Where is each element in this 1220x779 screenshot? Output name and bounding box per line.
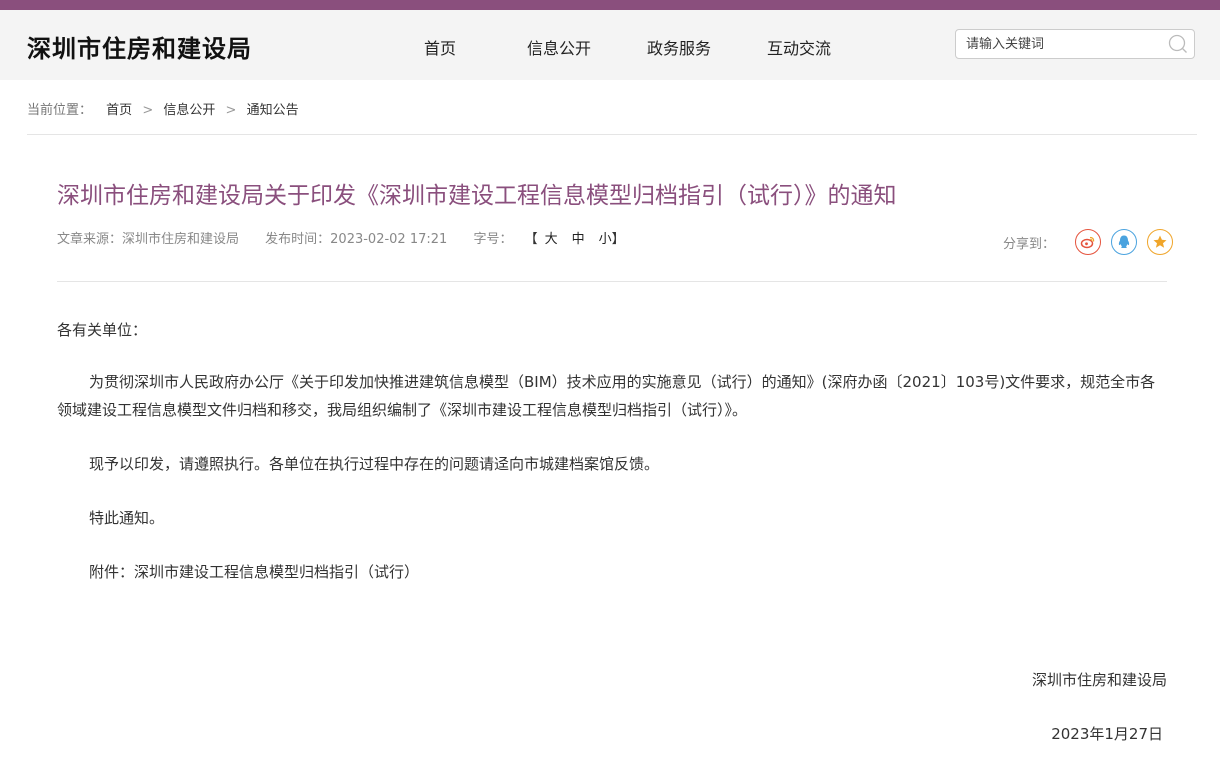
- article-paragraph: 特此通知。: [89, 509, 165, 527]
- nav-item-interaction[interactable]: 互动交流: [767, 35, 831, 59]
- share-bar: 分享到：: [1003, 229, 1174, 255]
- search-box: [955, 29, 1195, 59]
- breadcrumb-separator: >: [142, 103, 154, 118]
- breadcrumb-item-home[interactable]: 首页: [106, 103, 132, 118]
- nav-item-gov-services[interactable]: 政务服务: [647, 35, 711, 59]
- font-size-medium-button[interactable]: 中: [572, 232, 585, 247]
- article-paragraph: 为贯彻深圳市人民政府办公厅《关于印发加快推进建筑信息模型（BIM）技术应用的实施…: [57, 373, 1156, 419]
- qq-icon[interactable]: [1111, 229, 1138, 255]
- breadcrumb-separator: >: [225, 103, 237, 118]
- header: 深圳市住房和建设局 首页 信息公开 政务服务 互动交流: [0, 10, 1220, 80]
- article-date: 2023年1月27日: [1051, 725, 1163, 743]
- font-size-label: 字号：: [473, 232, 513, 247]
- breadcrumb-item-info-disclosure[interactable]: 信息公开: [163, 103, 215, 118]
- article-signature: 深圳市住房和建设局: [1031, 671, 1167, 689]
- article-greeting: 各有关单位：: [57, 321, 148, 339]
- article-paragraph: 现予以印发，请遵照执行。各单位在执行过程中存在的问题请迳向市城建档案馆反馈。: [89, 455, 660, 473]
- top-accent-bar: [0, 0, 1220, 10]
- divider: [27, 134, 1197, 135]
- search-input[interactable]: [956, 30, 1176, 58]
- share-label: 分享到：: [1003, 236, 1056, 252]
- article-title: 深圳市住房和建设局关于印发《深圳市建设工程信息模型归档指引（试行）》的通知: [57, 183, 897, 209]
- article-body: 各有关单位： 为贯彻深圳市人民政府办公厅《关于印发加快推进建筑信息模型（BIM）…: [57, 316, 1167, 612]
- font-size-large-button[interactable]: 大: [545, 232, 558, 247]
- breadcrumb-label: 当前位置：: [27, 103, 93, 118]
- favorite-icon[interactable]: [1147, 229, 1174, 255]
- font-size-bracket-open: 【: [524, 232, 538, 247]
- divider: [57, 281, 1167, 282]
- article-source: 文章来源：深圳市住房和建设局: [57, 232, 240, 247]
- font-size-small-button[interactable]: 小: [599, 232, 612, 247]
- breadcrumb: 当前位置： 首页 > 信息公开 > 通知公告: [27, 99, 299, 118]
- search-icon[interactable]: [1168, 34, 1188, 54]
- nav-item-home[interactable]: 首页: [424, 35, 456, 59]
- site-title[interactable]: 深圳市住房和建设局: [27, 29, 252, 64]
- article-meta: 文章来源：深圳市住房和建设局 发布时间：2023-02-02 17:21 字号：…: [57, 228, 625, 247]
- breadcrumb-item-notices[interactable]: 通知公告: [247, 103, 299, 118]
- font-size-bracket-close: 】: [611, 232, 625, 247]
- article-attachment[interactable]: 附件：深圳市建设工程信息模型归档指引（试行）: [57, 558, 1167, 586]
- weibo-icon[interactable]: [1075, 229, 1102, 255]
- nav-item-info-disclosure[interactable]: 信息公开: [527, 35, 591, 59]
- article-publish-time: 发布时间：2023-02-02 17:21: [265, 232, 448, 247]
